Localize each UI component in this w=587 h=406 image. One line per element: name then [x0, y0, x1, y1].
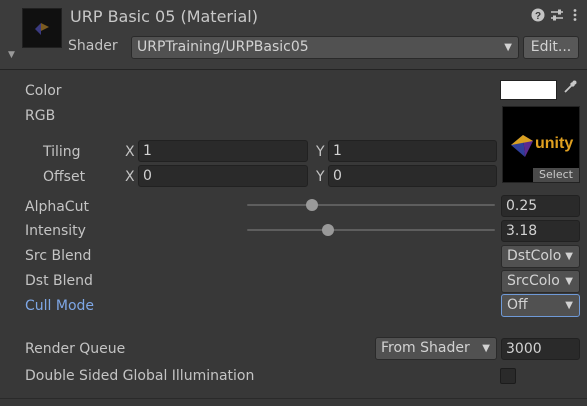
- rgb-label: RGB: [25, 108, 56, 124]
- alphacut-field[interactable]: 0.25: [501, 195, 580, 217]
- render-queue-label: Render Queue: [25, 341, 126, 357]
- svg-text:?: ?: [535, 11, 541, 22]
- texture-select-button[interactable]: Select: [533, 168, 579, 182]
- dst-blend-value: SrcColo: [507, 273, 560, 289]
- tiling-y-label: Y: [316, 144, 325, 160]
- offset-y-field[interactable]: 0: [328, 165, 497, 187]
- shader-dropdown-value: URPTraining/URPBasic05: [137, 39, 309, 55]
- texture-slot[interactable]: unity Select: [502, 106, 580, 183]
- cull-mode-value: Off: [507, 297, 528, 313]
- material-preview-thumbnail: [22, 8, 62, 48]
- tiling-label: Tiling: [43, 144, 81, 160]
- dsgi-label: Double Sided Global Illumination: [25, 368, 255, 384]
- shader-label: Shader: [68, 38, 118, 54]
- chevron-down-icon: ▼: [482, 343, 490, 354]
- render-queue-field[interactable]: 3000: [501, 338, 580, 360]
- material-title: URP Basic 05 (Material): [70, 7, 258, 26]
- tiling-x-label: X: [125, 144, 135, 160]
- chevron-down-icon: ▼: [563, 246, 573, 267]
- render-queue-mode: From Shader: [381, 340, 470, 356]
- chevron-down-icon: ▼: [565, 300, 573, 311]
- edit-shader-button[interactable]: Edit...: [523, 36, 579, 59]
- dsgi-checkbox[interactable]: [500, 368, 516, 384]
- divider: [0, 398, 587, 399]
- chevron-down-icon: ▼: [504, 42, 512, 53]
- src-blend-dropdown[interactable]: DstColo ▼: [501, 245, 580, 268]
- alphacut-slider-track[interactable]: [247, 204, 495, 206]
- tiling-y-field[interactable]: 1: [328, 140, 497, 162]
- offset-x-label: X: [125, 169, 135, 185]
- render-queue-dropdown[interactable]: From Shader ▼: [375, 337, 497, 360]
- cull-mode-label: Cull Mode: [25, 298, 95, 314]
- intensity-field[interactable]: 3.18: [501, 220, 580, 242]
- chevron-down-icon: ▼: [563, 271, 573, 292]
- intensity-label: Intensity: [25, 223, 86, 239]
- material-header: URP Basic 05 (Material) ? ▼ Shader URPTr…: [0, 0, 587, 70]
- menu-kebab-icon[interactable]: [567, 8, 583, 24]
- help-icon[interactable]: ?: [530, 8, 546, 24]
- intensity-slider-track[interactable]: [247, 229, 495, 231]
- eyedropper-icon[interactable]: [560, 80, 580, 100]
- cull-mode-dropdown[interactable]: Off ▼: [501, 294, 580, 317]
- src-blend-value: DstColo: [507, 248, 562, 264]
- offset-label: Offset: [43, 169, 86, 185]
- dst-blend-dropdown[interactable]: SrcColo ▼: [501, 270, 580, 293]
- offset-x-field[interactable]: 0: [138, 165, 308, 187]
- foldout-arrow-icon[interactable]: ▼: [8, 50, 15, 60]
- dst-blend-label: Dst Blend: [25, 273, 93, 289]
- preset-icon[interactable]: [549, 8, 565, 24]
- shader-dropdown[interactable]: URPTraining/URPBasic05 ▼: [131, 36, 519, 59]
- intensity-slider-handle[interactable]: [322, 224, 334, 236]
- alphacut-slider-handle[interactable]: [306, 199, 318, 211]
- color-label: Color: [25, 83, 62, 99]
- alphacut-label: AlphaCut: [25, 199, 89, 215]
- offset-y-label: Y: [316, 169, 325, 185]
- color-swatch[interactable]: [500, 80, 557, 100]
- tiling-x-field[interactable]: 1: [138, 140, 308, 162]
- src-blend-label: Src Blend: [25, 248, 92, 264]
- texture-text: unity: [535, 135, 574, 152]
